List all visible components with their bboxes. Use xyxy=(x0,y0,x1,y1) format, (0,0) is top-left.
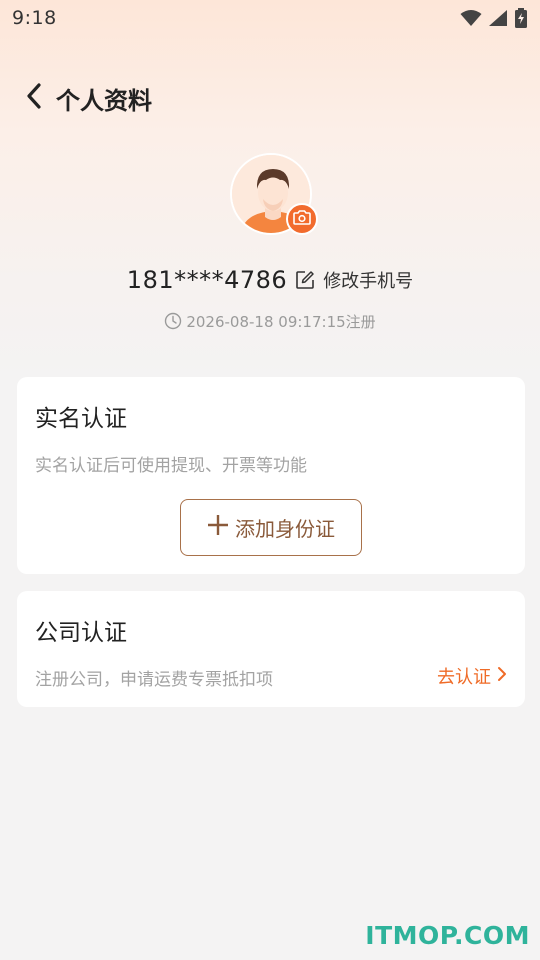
clock-icon xyxy=(164,312,182,330)
realname-card-title: 实名认证 xyxy=(35,406,127,432)
cellular-signal-icon xyxy=(488,9,508,27)
company-verification-card: 公司认证 注册公司，申请运费专票抵扣项 去认证 xyxy=(17,591,525,707)
add-id-card-button[interactable]: 添加身份证 xyxy=(180,499,362,556)
edit-icon[interactable] xyxy=(295,270,315,290)
chevron-left-icon xyxy=(24,82,44,114)
watermark: ITMOP.COM xyxy=(365,921,530,950)
camera-icon xyxy=(293,209,311,229)
company-card-description: 注册公司，申请运费专票抵扣项 xyxy=(35,670,273,690)
realname-card-description: 实名认证后可使用提现、开票等功能 xyxy=(35,456,307,476)
chevron-right-icon xyxy=(497,666,507,687)
registration-info: 2026-08-18 09:17:15注册 xyxy=(0,309,540,333)
status-time: 9:18 xyxy=(12,7,57,29)
add-id-card-label: 添加身份证 xyxy=(235,517,335,541)
change-avatar-button[interactable] xyxy=(286,203,318,235)
go-verify-label: 去认证 xyxy=(437,667,491,688)
phone-row: 181****4786 修改手机号 xyxy=(0,262,540,298)
wifi-icon xyxy=(460,9,482,27)
avatar-container[interactable] xyxy=(230,153,318,237)
edit-phone-link[interactable]: 修改手机号 xyxy=(323,267,413,293)
battery-charging-icon xyxy=(514,8,528,28)
status-bar: 9:18 xyxy=(0,0,540,36)
company-card-title: 公司认证 xyxy=(35,620,127,646)
realname-verification-card: 实名认证 实名认证后可使用提现、开票等功能 添加身份证 xyxy=(17,377,525,574)
status-icons xyxy=(460,8,528,28)
page-title: 个人资料 xyxy=(56,86,152,115)
back-button[interactable] xyxy=(10,74,58,122)
registration-time: 2026-08-18 09:17:15注册 xyxy=(186,312,376,331)
phone-number: 181****4786 xyxy=(126,266,288,294)
go-verify-link[interactable]: 去认证 xyxy=(437,663,507,689)
plus-icon xyxy=(207,514,229,541)
header: 个人资料 xyxy=(0,74,540,122)
